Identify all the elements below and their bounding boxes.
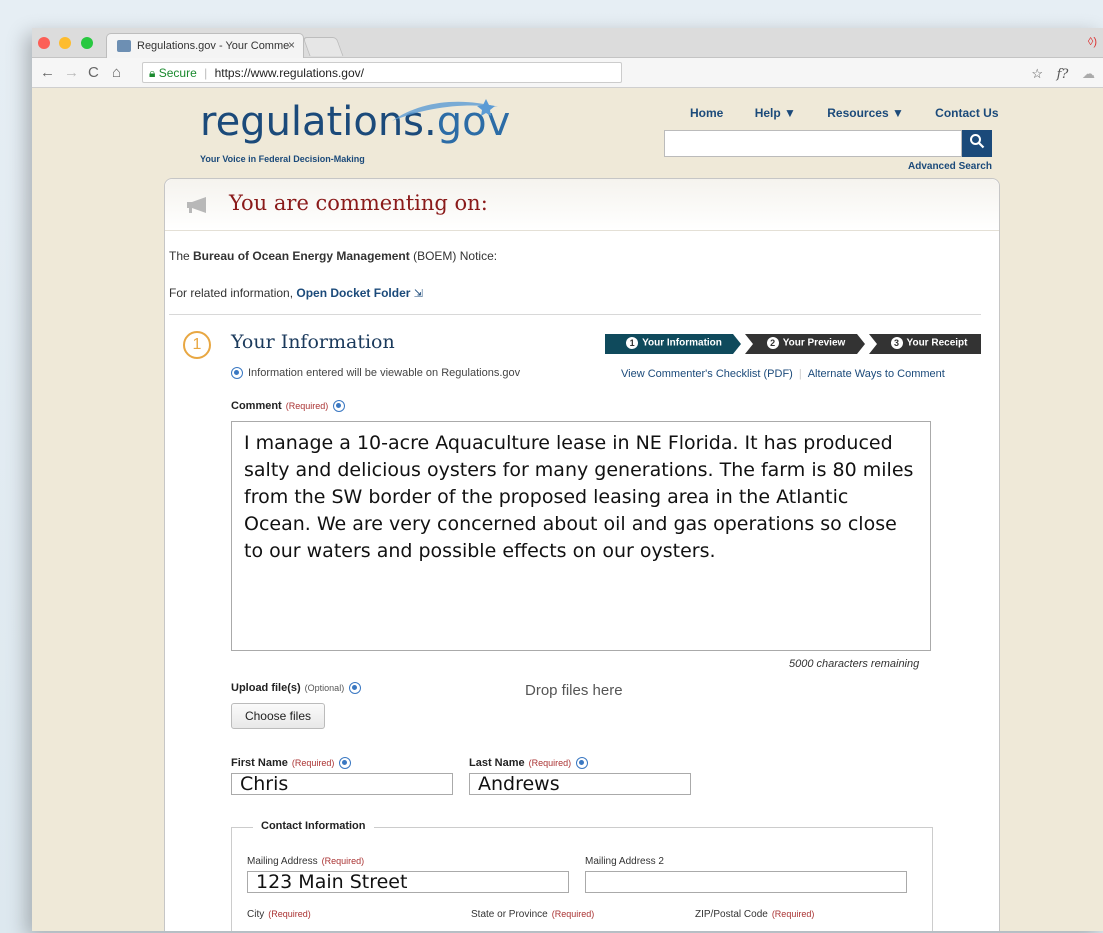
comment-label: Comment (Required) — [231, 400, 350, 413]
nav-home[interactable]: Home — [690, 106, 723, 120]
tab-close-icon[interactable]: × — [288, 38, 295, 52]
zip-label: ZIP/Postal Code (Required) — [695, 909, 815, 920]
site-page: regulations.gov Your Voice in Federal De… — [32, 89, 1103, 931]
close-window-button[interactable] — [38, 37, 50, 49]
last-name-input[interactable]: Andrews — [469, 773, 691, 795]
favicon-icon — [117, 40, 131, 52]
characters-remaining: 5000 characters remaining — [789, 658, 920, 670]
tab-strip: Regulations.gov - Your Comme × ◊) — [32, 28, 1103, 58]
mailing-address-input[interactable]: 123 Main Street — [247, 871, 569, 893]
progress-step-preview: 2 Your Preview — [753, 334, 859, 354]
notice-line: The Bureau of Ocean Energy Management (B… — [169, 249, 497, 263]
bookmark-star-icon[interactable]: ☆ — [1031, 66, 1043, 81]
mailing-address-label: Mailing Address (Required) — [247, 856, 365, 867]
address-bar-row: ← → C ⌂ 🔒︎ Secure | https://www.regulati… — [32, 58, 1103, 88]
related-info-line: For related information, Open Docket Fol… — [169, 286, 423, 300]
browser-window: Regulations.gov - Your Comme × ◊) ← → C … — [32, 28, 1103, 931]
contact-info-legend: Contact Information — [253, 820, 374, 832]
help-links: View Commenter's Checklist (PDF) | Alterna… — [621, 368, 945, 380]
new-tab-button[interactable] — [302, 37, 344, 56]
globe-icon — [231, 367, 243, 380]
progress-step-info: 1 Your Information — [615, 334, 733, 354]
forward-icon[interactable]: → — [64, 64, 79, 81]
panel-title: You are commenting on: — [229, 191, 488, 215]
extension-icon-2[interactable]: ☁ — [1082, 66, 1095, 81]
notice-prefix: The — [169, 249, 194, 263]
state-label: State or Province (Required) — [471, 909, 595, 920]
notice-suffix: (BOEM) Notice: — [409, 249, 498, 263]
last-name-label: Last Name (Required) — [469, 757, 593, 770]
site-logo[interactable]: regulations.gov Your Voice in Federal De… — [200, 99, 510, 164]
lock-icon: 🔒︎ — [149, 66, 156, 80]
open-folder-icon[interactable]: ⇲ — [414, 288, 423, 300]
megaphone-icon — [187, 197, 206, 213]
info-note: Information entered will be viewable on … — [231, 367, 520, 380]
alternate-ways-link[interactable]: Alternate Ways to Comment — [808, 368, 945, 380]
open-docket-folder-link[interactable]: Open Docket Folder — [296, 286, 410, 300]
secure-label: Secure — [158, 66, 197, 80]
browser-tab[interactable]: Regulations.gov - Your Comme × — [106, 33, 304, 58]
nav-contact-us[interactable]: Contact Us — [935, 106, 998, 120]
upload-label: Upload file(s) (Optional) — [231, 682, 366, 695]
first-name-label: First Name (Required) — [231, 757, 356, 770]
logo-swoosh-icon — [392, 99, 498, 121]
url-separator: | — [204, 66, 208, 80]
search-icon — [970, 134, 985, 149]
toolbar-icons: ☆ f? ☁ — [1021, 66, 1095, 82]
extension-icon[interactable]: f? — [1057, 67, 1069, 82]
recording-indicator-icon: ◊) — [1087, 36, 1097, 48]
search-button[interactable] — [962, 130, 992, 157]
step-heading: Your Information — [231, 331, 395, 353]
back-icon[interactable]: ← — [40, 64, 55, 81]
advanced-search-link[interactable]: Advanced Search — [908, 161, 992, 172]
globe-icon — [339, 757, 352, 770]
site-search-input[interactable] — [664, 130, 962, 157]
maximize-window-button[interactable] — [80, 37, 93, 49]
notice-agency: Bureau of Ocean Energy Management — [193, 249, 410, 263]
first-name-input[interactable]: Chris — [231, 773, 453, 795]
desktop-background: Regulations.gov - Your Comme × ◊) ← → C … — [0, 0, 1103, 933]
home-icon[interactable]: ⌂ — [112, 64, 121, 81]
comment-panel: You are commenting on: The Bureau of Oce… — [164, 178, 1000, 931]
nav-resources[interactable]: Resources ▼ — [827, 106, 904, 120]
section-divider — [169, 314, 981, 315]
commenter-checklist-link[interactable]: View Commenter's Checklist (PDF) — [621, 368, 793, 380]
nav-help[interactable]: Help ▼ — [755, 106, 796, 120]
top-navigation: Home Help ▼ Resources ▼ Contact Us — [690, 106, 999, 120]
notice-title-redacted — [545, 241, 989, 277]
globe-icon — [576, 757, 589, 770]
related-prefix: For related information, — [169, 286, 297, 300]
mailing-address-2-label: Mailing Address 2 — [585, 856, 664, 867]
url-text: https://www.regulations.gov/ — [214, 66, 364, 80]
panel-header: You are commenting on: — [165, 179, 999, 231]
choose-files-button[interactable]: Choose files — [231, 703, 325, 729]
window-controls — [38, 36, 98, 54]
mailing-address-2-input[interactable] — [585, 871, 907, 893]
site-tagline: Your Voice in Federal Decision-Making — [200, 154, 365, 164]
comment-textarea[interactable]: I manage a 10-acre Aquaculture lease in … — [231, 421, 931, 651]
city-label: City (Required) — [247, 909, 311, 920]
progress-step-receipt: 3 Your Receipt — [877, 334, 981, 354]
tab-title: Regulations.gov - Your Comme — [137, 40, 290, 52]
step-number-badge: 1 — [183, 331, 211, 359]
address-bar[interactable]: 🔒︎ Secure | https://www.regulations.gov/ — [142, 62, 622, 83]
globe-icon — [349, 682, 362, 695]
minimize-window-button[interactable] — [59, 37, 72, 49]
file-drop-zone[interactable]: Drop files here — [525, 682, 623, 699]
globe-icon — [333, 400, 346, 413]
reload-icon[interactable]: C — [88, 64, 99, 81]
